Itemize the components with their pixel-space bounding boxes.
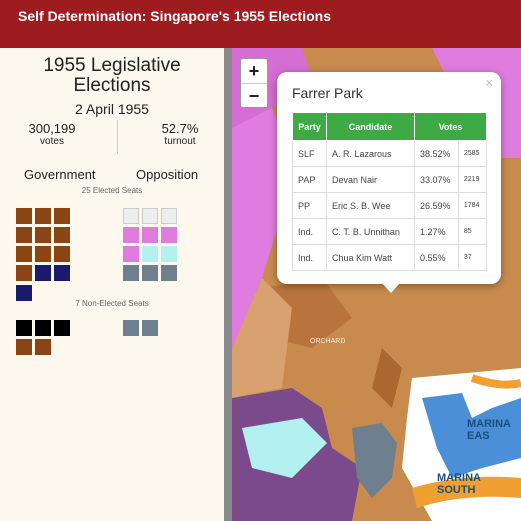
seat-slf [54,208,70,224]
seat-slf [16,339,32,355]
turnout-label: turnout [164,136,196,147]
header-votes: Votes [414,112,487,141]
seat-other [123,208,139,224]
votes-stat: 300,199 votes [10,121,94,147]
seat-pp [142,246,158,262]
turnout-value: 52.7% [161,121,199,136]
table-row: PAP Devan Nair 33.07% 2219 [292,166,488,193]
seat-ind [142,320,158,336]
sidebar-divider[interactable] [224,48,232,521]
row-candidate: Eric S. B. Wee [326,192,415,219]
app-header: Self Determination: Singapore's 1955 Ele… [0,0,521,48]
votes-label: votes [40,136,64,147]
constituency-popup: Farrer Park × Party Candidate Votes SLF … [277,72,501,284]
row-party: Ind. [292,218,327,245]
seat-nominated [16,320,32,336]
seat-slf [16,265,32,281]
row-party: Ind. [292,244,327,271]
votes-value: 300,199 [28,121,76,136]
seat-other [142,208,158,224]
turnout-stat: 52.7% turnout [138,121,222,147]
election-title-line2: Elections [73,75,151,96]
zoom-out-button[interactable]: − [241,83,267,107]
seat-ind [142,265,158,281]
stat-divider [117,120,118,154]
seat-ind [123,320,139,336]
table-row: PP Eric S. B. Wee 26.59% 1784 [292,192,488,219]
row-party: PP [292,192,327,219]
row-party: PAP [292,166,327,193]
opposition-label: Opposition [136,167,199,182]
government-label: Government [24,167,96,182]
row-candidate: C. T. B. Unnithan [326,218,415,245]
table-row: Ind. C. T. B. Unnithan 1.27% 85 [292,218,488,245]
row-percent: 38.52% [414,140,459,167]
seat-ind [161,265,177,281]
seat-pap [123,227,139,243]
map-label-marina-south: MARINA SOUTH [437,472,481,496]
results-table: Party Candidate Votes SLF A. R. Lazarous… [292,112,488,271]
seat-pap [142,227,158,243]
seat-pp [161,246,177,262]
row-percent: 26.59% [414,192,459,219]
seat-other [161,208,177,224]
row-votes: 85 [457,218,488,245]
election-title-line1: 1955 Legislative [43,55,181,76]
row-votes: 37 [457,244,488,271]
seat-pap [161,227,177,243]
zoom-control: + − [240,58,268,108]
header-candidate: Candidate [326,112,415,141]
seat-ally [35,265,51,281]
seat-slf [54,227,70,243]
popup-tip [382,283,400,293]
seat-slf [35,208,51,224]
map-label-marina-east: MARINA EAS [467,418,511,442]
row-candidate: Chua Kim Watt [326,244,415,271]
seat-nominated [54,320,70,336]
seat-slf [35,339,51,355]
seat-slf [16,208,32,224]
seat-slf [35,246,51,262]
table-header-row: Party Candidate Votes [292,112,487,141]
row-percent: 0.55% [414,244,459,271]
popup-title: Farrer Park [292,85,363,101]
seat-ally [54,265,70,281]
non-elected-seats-label: 7 Non-Elected Seats [75,299,149,308]
close-icon[interactable]: × [485,75,493,90]
map-label-orchard: ORCHARD [310,338,346,345]
row-percent: 33.07% [414,166,459,193]
header-party: Party [292,112,327,141]
row-party: SLF [292,140,327,167]
row-votes: 2585 [457,140,488,167]
row-candidate: A. R. Lazarous [326,140,415,167]
row-votes: 2219 [457,166,488,193]
seat-pap [123,246,139,262]
seat-ind [123,265,139,281]
elected-seats-label: 25 Elected Seats [81,186,143,195]
app-title: Self Determination: Singapore's 1955 Ele… [18,8,331,24]
row-percent: 1.27% [414,218,459,245]
election-date: 2 April 1955 [75,101,149,117]
seat-slf [54,246,70,262]
seat-slf [35,227,51,243]
seat-slf [16,246,32,262]
table-row: Ind. Chua Kim Watt 0.55% 37 [292,244,488,271]
election-title: 1955 Legislative Elections [0,56,224,96]
table-row: SLF A. R. Lazarous 38.52% 2585 [292,140,488,167]
row-votes: 1784 [457,192,488,219]
seat-slf [16,227,32,243]
seat-nominated [35,320,51,336]
sidebar: 1955 Legislative Elections 2 April 1955 … [0,48,224,521]
zoom-in-button[interactable]: + [241,59,267,83]
row-candidate: Devan Nair [326,166,415,193]
